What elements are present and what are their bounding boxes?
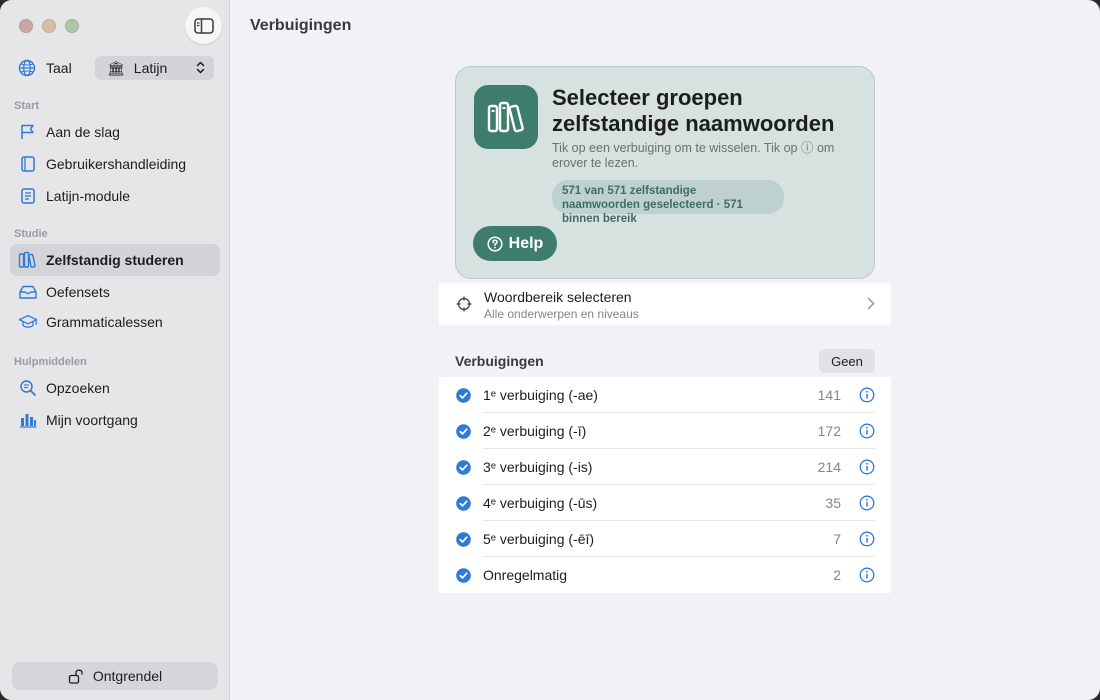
chart-icon — [18, 410, 38, 430]
declension-label: 1ᵉ verbuiging (-ae) — [483, 387, 598, 403]
tray-icon — [18, 282, 38, 302]
book-icon — [18, 154, 38, 174]
globe-icon — [18, 59, 36, 77]
declension-row-2[interactable]: 2ᵉ verbuiging (-ī) 172 — [439, 413, 891, 449]
hero-books-icon — [474, 85, 538, 149]
language-select-value: Latijn — [133, 60, 168, 76]
question-circle-icon — [487, 235, 503, 252]
declension-row-3[interactable]: 3ᵉ verbuiging (-is) 214 — [439, 449, 891, 485]
sidebar-toggle-icon — [193, 17, 214, 34]
declension-count: 35 — [825, 495, 841, 511]
help-button[interactable]: Help — [473, 226, 557, 261]
unlock-icon — [68, 669, 83, 684]
section-header-hulpmiddelen: Hulpmiddelen — [14, 356, 87, 368]
sidebar-item-aan-de-slag[interactable]: Aan de slag — [10, 116, 220, 148]
word-range-row[interactable]: Woordbereik selecteren Alle onderwerpen … — [439, 283, 891, 325]
sidebar-item-label: Zelfstandig studeren — [46, 252, 184, 268]
sidebar-item-latijn-module[interactable]: Latijn-module — [10, 180, 220, 212]
module-book-icon — [18, 186, 38, 206]
checkmark-circle-icon — [456, 496, 471, 511]
selection-summary-badge: 571 van 571 zelfstandige naamwoorden ges… — [552, 180, 784, 225]
flag-icon — [18, 122, 38, 142]
close-window-button[interactable] — [19, 19, 33, 33]
magnifier-icon — [18, 378, 38, 398]
checkmark-circle-icon — [456, 424, 471, 439]
maximize-window-button[interactable] — [65, 19, 79, 33]
app-window: Taal 🏛 Latijn Start Aan de slag Gebruike… — [0, 0, 1100, 700]
help-label: Help — [508, 234, 544, 252]
graduation-cap-icon — [18, 312, 38, 332]
info-icon[interactable] — [859, 423, 875, 439]
declension-list: 1ᵉ verbuiging (-ae) 141 2ᵉ verbuiging (-… — [439, 377, 891, 593]
sidebar-item-opzoeken[interactable]: Opzoeken — [10, 372, 220, 404]
hero-title: Selecteer groepen zelfstandige naamwoord… — [552, 85, 835, 136]
hero-card: Selecteer groepen zelfstandige naamwoord… — [455, 66, 875, 279]
checkmark-circle-icon — [456, 388, 471, 403]
word-range-title: Woordbereik selecteren — [484, 289, 632, 305]
sidebar-item-label: Gebruikershandleiding — [46, 156, 187, 172]
window-controls — [19, 19, 79, 33]
sidebar: Taal 🏛 Latijn Start Aan de slag Gebruike… — [0, 0, 230, 700]
sidebar-item-label: Latijn-module — [46, 188, 131, 204]
declension-count: 2 — [833, 567, 841, 583]
declension-row-5[interactable]: 5ᵉ verbuiging (-ēī) 7 — [439, 521, 891, 557]
info-icon[interactable] — [859, 387, 875, 403]
sidebar-item-label: Oefensets — [46, 284, 110, 300]
language-select[interactable]: 🏛 Latijn — [95, 56, 214, 80]
language-row: Taal 🏛 Latijn — [18, 56, 214, 80]
checkmark-circle-icon — [456, 532, 471, 547]
unlock-button[interactable]: Ontgrendel — [12, 662, 218, 690]
declension-count: 141 — [817, 387, 841, 403]
section-header-studie: Studie — [14, 228, 48, 240]
sidebar-item-label: Mijn voortgang — [46, 412, 138, 428]
declension-row-1[interactable]: 1ᵉ verbuiging (-ae) 141 — [439, 377, 891, 413]
declension-label: 4ᵉ verbuiging (-ūs) — [483, 495, 598, 511]
sidebar-item-label: Opzoeken — [46, 380, 110, 396]
page-title: Verbuigingen — [250, 17, 352, 34]
sidebar-item-label: Grammaticalessen — [46, 314, 163, 330]
minimize-window-button[interactable] — [42, 19, 56, 33]
sidebar-item-gebruikershandleiding[interactable]: Gebruikershandleiding — [10, 148, 220, 180]
declension-count: 172 — [817, 423, 841, 439]
info-icon[interactable] — [859, 567, 875, 583]
checkmark-circle-icon — [456, 460, 471, 475]
declension-label: 3ᵉ verbuiging (-is) — [483, 459, 593, 475]
chevron-up-down-icon — [196, 61, 205, 74]
crosshair-icon — [456, 296, 472, 312]
info-icon[interactable] — [859, 531, 875, 547]
sidebar-item-mijn-voortgang[interactable]: Mijn voortgang — [10, 404, 220, 436]
declension-label: 5ᵉ verbuiging (-ēī) — [483, 531, 595, 547]
language-label: Taal — [46, 60, 72, 76]
word-range-subtitle: Alle onderwerpen en niveaus — [484, 307, 639, 321]
unlock-label: Ontgrendel — [92, 668, 163, 684]
checkmark-circle-icon — [456, 568, 471, 583]
sidebar-item-oefensets[interactable]: Oefensets — [10, 276, 220, 308]
temple-icon: 🏛 — [107, 59, 125, 76]
info-icon[interactable] — [859, 459, 875, 475]
chevron-right-icon — [867, 297, 875, 310]
declension-label: Onregelmatig — [483, 567, 568, 583]
sidebar-item-zelfstandig-studeren[interactable]: Zelfstandig studeren — [10, 244, 220, 276]
books-icon — [18, 250, 38, 270]
sidebar-item-label: Aan de slag — [46, 124, 120, 140]
declension-row-4[interactable]: 4ᵉ verbuiging (-ūs) 35 — [439, 485, 891, 521]
sidebar-item-grammaticalessen[interactable]: Grammaticalessen — [10, 306, 220, 338]
section-header-start: Start — [14, 100, 40, 112]
declension-label: 2ᵉ verbuiging (-ī) — [483, 423, 587, 439]
declensions-header: Verbuigingen — [455, 353, 544, 369]
declension-count: 214 — [817, 459, 841, 475]
select-none-button[interactable]: Geen — [819, 349, 875, 373]
hero-subtitle: Tik op een verbuiging om te wisselen. Ti… — [552, 141, 835, 170]
declension-count: 7 — [833, 531, 841, 547]
declension-row-6[interactable]: Onregelmatig 2 — [439, 557, 891, 593]
sidebar-toggle-button[interactable] — [185, 7, 222, 44]
info-icon[interactable] — [859, 495, 875, 511]
